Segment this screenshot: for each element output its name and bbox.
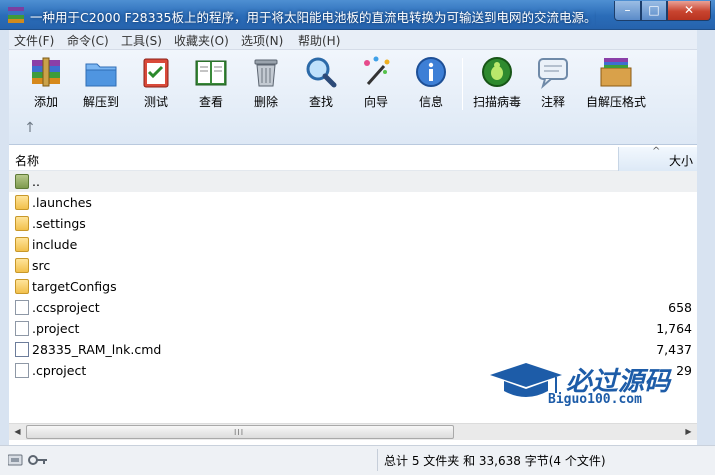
file-row[interactable]: include <box>9 234 697 255</box>
document-icon <box>15 300 29 315</box>
wizard-button[interactable]: 向导 <box>348 54 404 112</box>
file-size: 658 <box>668 300 692 315</box>
winrar-app-icon <box>8 7 24 23</box>
file-row-parent[interactable]: .. <box>9 171 697 192</box>
window-title: 一种用于C2000 F28335板上的程序，用于将太阳能电池板的直流电转换为可输… <box>30 10 596 25</box>
delete-button[interactable]: 删除 <box>238 54 294 112</box>
toolbar: 添加 解压到 测试 查看 删除 查找 向导 信息 扫描病毒 注释 自解压格式 ↑ <box>0 50 715 145</box>
sfx-box-icon <box>600 58 632 87</box>
file-row[interactable]: .settings <box>9 213 697 234</box>
scrollbar-grip: III <box>234 428 245 437</box>
cmd-file-icon <box>15 342 29 357</box>
watermark-url: Biguo100.com <box>548 392 642 407</box>
folder-icon <box>15 258 29 273</box>
view-book-icon <box>195 60 227 86</box>
file-size: 7,437 <box>656 342 692 357</box>
title-bar: 一种用于C2000 F28335板上的程序，用于将太阳能电池板的直流电转换为可输… <box>0 0 715 30</box>
menu-command[interactable]: 命令(C) <box>67 32 109 49</box>
watermark: 必过源码 Biguo100.com <box>486 357 691 412</box>
parent-folder-icon <box>15 174 29 189</box>
scroll-right-arrow-icon[interactable]: ▶ <box>680 424 697 440</box>
up-directory-button[interactable]: ↑ <box>22 120 38 136</box>
test-clipboard-icon <box>143 58 169 88</box>
view-button[interactable]: 查看 <box>183 54 239 112</box>
info-button[interactable]: 信息 <box>403 54 459 112</box>
drive-key-icon <box>8 454 47 466</box>
file-name: .. <box>32 174 40 189</box>
menu-options[interactable]: 选项(N) <box>241 32 283 49</box>
horizontal-scrollbar[interactable]: ◀ III ▶ <box>9 423 697 440</box>
folder-icon <box>15 279 29 294</box>
close-button[interactable]: ✕ <box>667 1 711 21</box>
file-name: .ccsproject <box>32 300 100 315</box>
column-header: 名称 ^ 大小 <box>9 146 697 171</box>
file-row[interactable]: .project 1,764 <box>9 318 697 339</box>
file-name: .launches <box>32 195 92 210</box>
find-button[interactable]: 查找 <box>293 54 349 112</box>
file-name: .settings <box>32 216 86 231</box>
window-border-right <box>697 30 715 445</box>
file-name: 28335_RAM_lnk.cmd <box>32 342 162 357</box>
file-name: .project <box>32 321 80 336</box>
file-name: src <box>32 258 51 273</box>
folder-icon <box>15 216 29 231</box>
maximize-button[interactable]: □ <box>641 1 667 21</box>
status-bar: 总计 5 文件夹 和 33,638 字节(4 个文件) <box>0 445 715 475</box>
add-button[interactable]: 添加 <box>18 54 74 112</box>
menu-help[interactable]: 帮助(H) <box>298 32 340 49</box>
minimize-button[interactable]: – <box>614 1 641 21</box>
wizard-wand-icon <box>364 56 390 85</box>
menu-favorites[interactable]: 收藏夹(O) <box>174 32 229 49</box>
test-button[interactable]: 测试 <box>128 54 184 112</box>
status-summary: 总计 5 文件夹 和 33,638 字节(4 个文件) <box>384 454 606 468</box>
sort-indicator-icon: ^ <box>652 146 661 157</box>
comment-button[interactable]: 注释 <box>525 54 581 112</box>
add-archive-icon <box>32 57 60 87</box>
sfx-label: 自解压格式 <box>585 95 646 109</box>
file-row[interactable]: .ccsproject 658 <box>9 297 697 318</box>
column-size-header[interactable]: ^ 大小 <box>618 146 697 171</box>
folder-icon <box>15 237 29 252</box>
scrollbar-thumb[interactable]: III <box>26 425 454 439</box>
file-size: 1,764 <box>656 321 692 336</box>
file-row[interactable]: .launches <box>9 192 697 213</box>
file-name: include <box>32 237 78 252</box>
menu-tools[interactable]: 工具(S) <box>121 32 162 49</box>
sfx-button[interactable]: 自解压格式 <box>586 54 646 112</box>
status-divider <box>377 449 378 471</box>
scan-virus-button[interactable]: 扫描病毒 <box>469 54 525 112</box>
info-label: 信息 <box>418 95 443 109</box>
column-name-header[interactable]: 名称 <box>15 152 39 169</box>
menu-file[interactable]: 文件(F) <box>14 32 54 49</box>
trash-icon <box>254 59 278 87</box>
extract-to-button[interactable]: 解压到 <box>73 54 129 112</box>
extract-folder-icon <box>85 63 117 87</box>
virus-scan-icon <box>482 57 512 87</box>
file-row[interactable]: targetConfigs <box>9 276 697 297</box>
magnifier-icon <box>306 57 337 88</box>
menu-bar: 文件(F) 命令(C) 工具(S) 收藏夹(O) 选项(N) 帮助(H) <box>0 30 715 50</box>
file-name: targetConfigs <box>32 279 117 294</box>
file-row[interactable]: src <box>9 255 697 276</box>
column-size-label: 大小 <box>668 154 693 168</box>
folder-icon <box>15 195 29 210</box>
scroll-left-arrow-icon[interactable]: ◀ <box>9 424 26 440</box>
info-icon <box>416 57 446 87</box>
comment-icon <box>538 58 568 89</box>
window-border-left <box>0 30 9 445</box>
comment-label: 注释 <box>540 95 565 109</box>
file-name: .cproject <box>32 363 87 378</box>
document-icon <box>15 363 29 378</box>
document-icon <box>15 321 29 336</box>
